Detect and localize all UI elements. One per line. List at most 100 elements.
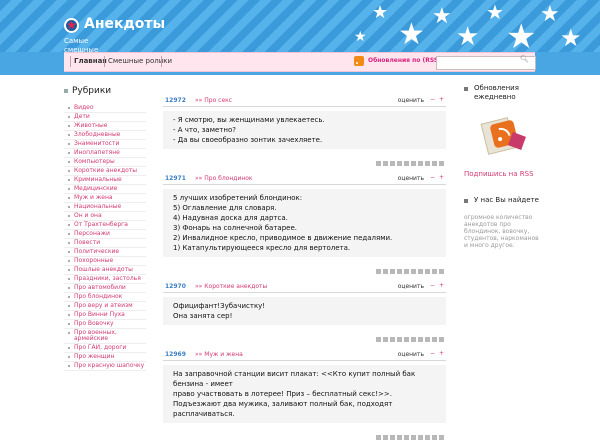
share-icon[interactable] (383, 161, 388, 166)
vote-up-button[interactable]: + (439, 282, 444, 289)
category-link[interactable]: Про красную шапочку (64, 362, 146, 371)
share-icon[interactable] (439, 269, 444, 274)
post-id[interactable]: 12970 (165, 283, 186, 290)
share-icon[interactable] (390, 269, 395, 274)
vote-up-button[interactable]: + (439, 96, 444, 103)
search-icon[interactable]: 🔍︎ (520, 55, 529, 63)
share-icon[interactable] (383, 435, 388, 440)
category-link[interactable]: Про военных, армейские (64, 329, 146, 344)
category-link[interactable]: Про женщин (64, 353, 146, 362)
share-icons (374, 327, 444, 346)
share-icon[interactable] (418, 435, 423, 440)
post-id[interactable]: 12971 (165, 175, 186, 182)
category-link[interactable]: Праздники, застолья (64, 275, 146, 284)
share-icon[interactable] (390, 337, 395, 342)
category-link[interactable]: Дети (64, 113, 146, 122)
share-icon[interactable] (404, 435, 409, 440)
share-icon[interactable] (404, 161, 409, 166)
share-icon[interactable] (383, 337, 388, 342)
share-icon[interactable] (390, 161, 395, 166)
share-icon[interactable] (418, 161, 423, 166)
category-link[interactable]: Короткие анекдоты (64, 167, 146, 176)
post-id[interactable]: 12972 (165, 97, 186, 104)
nav-item-home[interactable]: Главная (74, 57, 107, 65)
vote-down-button[interactable]: − (430, 282, 435, 289)
post-category[interactable]: »» Про блондинок (195, 175, 253, 182)
share-icon[interactable] (425, 435, 430, 440)
share-icon[interactable] (376, 269, 381, 274)
vote-down-button[interactable]: − (430, 174, 435, 181)
category-link[interactable]: Персонажи (64, 230, 146, 239)
share-icon[interactable] (376, 161, 381, 166)
post-id[interactable]: 12969 (165, 351, 186, 358)
category-link[interactable]: Про ГАИ, дороги (64, 344, 146, 353)
category-link[interactable]: Пошлые анекдоты (64, 266, 146, 275)
share-icon[interactable] (383, 269, 388, 274)
subscribe-rss-link[interactable]: Подпишись на RSS (464, 170, 534, 178)
category-link[interactable]: Про Вовочку (64, 320, 146, 329)
share-icon[interactable] (425, 337, 430, 342)
category-label[interactable]: Короткие анекдоты (204, 283, 267, 290)
category-label[interactable]: Муж и жена (204, 351, 243, 358)
share-icon[interactable] (418, 337, 423, 342)
share-icon[interactable] (432, 269, 437, 274)
nav-item-videos[interactable]: Смешные ролики (108, 57, 172, 65)
category-link[interactable]: Похоронные (64, 257, 146, 266)
category-link[interactable]: Повести (64, 239, 146, 248)
post-category[interactable]: »» Про секс (195, 97, 232, 104)
category-link[interactable]: Про автомобили (64, 284, 146, 293)
post-text-line: 4) Надувная доска для дартса. (173, 214, 288, 222)
vote-up-button[interactable]: + (439, 174, 444, 181)
category-label[interactable]: Про секс (204, 97, 232, 104)
vote-down-button[interactable]: − (430, 96, 435, 103)
rss-icon[interactable] (354, 56, 364, 66)
share-icon[interactable] (439, 435, 444, 440)
site-title[interactable]: Анекдоты (84, 16, 165, 32)
category-link[interactable]: Муж и жена (64, 194, 146, 203)
share-icon[interactable] (404, 269, 409, 274)
category-link[interactable]: Иноплапетяне (64, 149, 146, 158)
category-link[interactable]: Про Винни Пуха (64, 311, 146, 320)
share-icon[interactable] (432, 337, 437, 342)
share-icon[interactable] (411, 435, 416, 440)
rss-feed-icon[interactable] (476, 114, 526, 156)
category-link[interactable]: Видео (64, 104, 146, 113)
rss-updates-link[interactable]: Обновления по (RSS) (368, 57, 441, 64)
share-icon[interactable] (411, 161, 416, 166)
post-category[interactable]: »» Муж и жена (195, 351, 243, 358)
vote-up-button[interactable]: + (439, 350, 444, 357)
share-icon[interactable] (411, 337, 416, 342)
category-link[interactable]: Он и она (64, 212, 146, 221)
category-link[interactable]: Про блондинок (64, 293, 146, 302)
rate-label: оценить (397, 283, 424, 290)
share-icon[interactable] (425, 161, 430, 166)
share-icon[interactable] (432, 161, 437, 166)
share-icon[interactable] (376, 435, 381, 440)
category-link[interactable]: Медицинские (64, 185, 146, 194)
share-icon[interactable] (432, 435, 437, 440)
share-icon[interactable] (404, 337, 409, 342)
share-icon[interactable] (397, 337, 402, 342)
category-link[interactable]: От Трахтенберга (64, 221, 146, 230)
share-icon[interactable] (418, 269, 423, 274)
share-icon[interactable] (425, 269, 430, 274)
share-icon[interactable] (439, 161, 444, 166)
share-icon[interactable] (397, 269, 402, 274)
category-link[interactable]: Знаменитости (64, 140, 146, 149)
category-link[interactable]: Компьютеры (64, 158, 146, 167)
category-link[interactable]: Политические (64, 248, 146, 257)
category-link[interactable]: Злободневные (64, 131, 146, 140)
category-link[interactable]: Про веру и атеизм (64, 302, 146, 311)
share-icon[interactable] (390, 435, 395, 440)
share-icon[interactable] (411, 269, 416, 274)
share-icon[interactable] (397, 161, 402, 166)
share-icon[interactable] (397, 435, 402, 440)
vote-down-button[interactable]: − (430, 350, 435, 357)
post-category[interactable]: »» Короткие анекдоты (195, 283, 267, 290)
category-link[interactable]: Национальные (64, 203, 146, 212)
category-link[interactable]: Животные (64, 122, 146, 131)
category-label[interactable]: Про блондинок (204, 175, 252, 182)
share-icon[interactable] (439, 337, 444, 342)
category-link[interactable]: Криминальные (64, 176, 146, 185)
share-icon[interactable] (376, 337, 381, 342)
